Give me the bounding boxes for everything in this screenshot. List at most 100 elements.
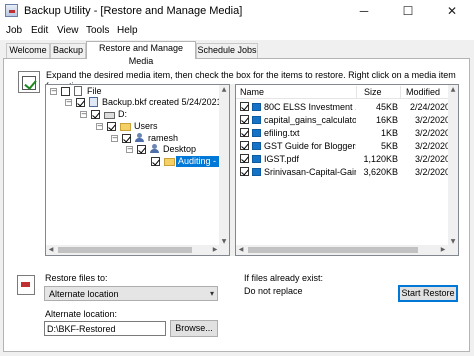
list-row[interactable]: IGST.pdf 1,120KB 3/2/2020 (236, 153, 450, 165)
tab-restore-and-manage-media[interactable]: Restore and Manage Media (86, 41, 196, 66)
menu-edit[interactable]: Edit (31, 25, 48, 36)
tree-checkbox[interactable] (107, 122, 116, 131)
list-row[interactable]: Srinivasan-Capital-Gain... 3,620KB 3/2/2… (236, 166, 450, 178)
scroll-corner (219, 245, 229, 255)
tree-node-backup-bkf[interactable]: − Backup.bkf created 5/24/2021 at (65, 97, 229, 108)
alternate-location-field[interactable] (44, 321, 166, 336)
menu-view[interactable]: View (57, 25, 79, 36)
window-title: Backup Utility - [Restore and Manage Med… (24, 5, 243, 17)
scroll-thumb[interactable] (248, 247, 418, 253)
scroll-up-arrow-icon[interactable]: ▲ (448, 85, 458, 95)
file-modified: 3/2/2020 (414, 128, 450, 138)
scroll-up-arrow-icon[interactable]: ▲ (219, 85, 229, 95)
file-modified: 3/2/2020 (414, 115, 450, 125)
media-tree[interactable]: − File − Backup.bkf created 5/24/2021 at… (45, 84, 230, 256)
row-checkbox[interactable] (240, 141, 249, 150)
row-checkbox[interactable] (240, 128, 249, 137)
scroll-thumb[interactable] (58, 247, 192, 253)
collapse-icon[interactable]: − (126, 146, 133, 153)
tree-checkbox[interactable] (76, 98, 85, 107)
user-icon (135, 133, 144, 143)
list-row[interactable]: capital_gains_calculato... 16KB 3/2/2020 (236, 114, 450, 126)
tree-node-users[interactable]: − Users (96, 121, 226, 132)
collapse-icon[interactable]: − (50, 88, 57, 95)
tree-node-label: D: (118, 109, 127, 119)
file-size: 5KB (380, 141, 398, 151)
tab-backup[interactable]: Backup (50, 43, 86, 58)
tab-strip: Welcome Backup Restore and Manage Media … (0, 40, 474, 66)
tree-node-drive-d[interactable]: − D: (80, 109, 229, 120)
row-checkbox[interactable] (240, 102, 249, 111)
tree-checkbox[interactable] (137, 145, 146, 154)
file-list[interactable]: Name Size Modified 80C ELSS Investment .… (235, 84, 459, 256)
tree-checkbox[interactable] (122, 134, 131, 143)
menu-job[interactable]: Job (6, 25, 22, 36)
alternate-location-input[interactable] (47, 323, 163, 334)
tree-node-file[interactable]: − File (50, 86, 229, 97)
column-header-modified[interactable]: Modified (406, 87, 440, 97)
start-restore-button[interactable]: Start Restore (398, 285, 458, 302)
column-separator[interactable] (400, 86, 401, 98)
alternate-location-label: Alternate location: (45, 309, 118, 319)
document-icon (252, 142, 261, 150)
file-name: GST Guide for Bloggers... (264, 141, 356, 151)
scroll-left-arrow-icon[interactable]: ◀ (46, 245, 56, 255)
collapse-icon[interactable]: − (65, 99, 72, 106)
tree-checkbox[interactable] (151, 157, 160, 166)
tree-checkbox[interactable] (91, 110, 100, 119)
tab-welcome[interactable]: Welcome (6, 43, 50, 58)
row-checkbox[interactable] (240, 154, 249, 163)
list-row[interactable]: GST Guide for Bloggers... 5KB 3/2/2020 (236, 140, 450, 152)
collapse-icon[interactable]: − (96, 123, 103, 130)
file-icon (74, 86, 82, 96)
document-icon (252, 129, 261, 137)
row-checkbox[interactable] (240, 167, 249, 176)
list-row[interactable]: efiling.txt 1KB 3/2/2020 (236, 127, 450, 139)
document-icon (252, 168, 261, 176)
menu-tools[interactable]: Tools (86, 25, 109, 36)
file-size: 1KB (380, 128, 398, 138)
list-header: Name Size Modified (236, 85, 458, 99)
document-icon (252, 103, 261, 111)
scroll-right-arrow-icon[interactable]: ▶ (438, 245, 448, 255)
tree-node-label: ramesh (148, 133, 179, 143)
maximize-button[interactable]: ☐ (386, 0, 430, 22)
restore-files-to-label: Restore files to: (45, 273, 108, 283)
list-vertical-scrollbar[interactable]: ▲ ▼ (448, 85, 458, 247)
menu-help[interactable]: Help (117, 25, 138, 36)
list-horizontal-scrollbar[interactable]: ◀ ▶ (236, 245, 448, 255)
collapse-icon[interactable]: − (111, 135, 118, 142)
column-separator[interactable] (356, 86, 357, 98)
tree-vertical-scrollbar[interactable]: ▲ ▼ (219, 85, 229, 247)
browse-button[interactable]: Browse... (170, 320, 218, 337)
tree-node-auditing-usb[interactable]: Auditing - USB (141, 156, 229, 167)
title-bar: Backup Utility - [Restore and Manage Med… (0, 0, 474, 22)
restore-files-to-dropdown[interactable]: Alternate location ▾ (44, 286, 218, 301)
folder-icon (164, 158, 175, 166)
tree-node-desktop[interactable]: − Desktop (126, 144, 226, 155)
tree-node-ramesh[interactable]: − ramesh (111, 133, 226, 144)
column-header-size[interactable]: Size (364, 87, 382, 97)
list-row[interactable]: 80C ELSS Investment ... 45KB 2/24/2020 (236, 101, 450, 113)
tree-checkbox[interactable] (61, 87, 70, 96)
tree-node-label: Users (134, 121, 158, 131)
collapse-icon[interactable]: − (80, 111, 87, 118)
tree-horizontal-scrollbar[interactable]: ◀ ▶ (46, 245, 220, 255)
tree-node-label: Desktop (163, 144, 197, 154)
tab-schedule-jobs[interactable]: Schedule Jobs (196, 43, 258, 58)
folder-icon (120, 123, 131, 131)
desktop-icon (150, 144, 159, 154)
file-size: 1,120KB (363, 154, 398, 164)
document-icon (252, 116, 261, 124)
scroll-left-arrow-icon[interactable]: ◀ (236, 245, 246, 255)
file-modified: 3/2/2020 (414, 141, 450, 151)
file-size: 45KB (375, 102, 398, 112)
drive-icon (104, 112, 115, 119)
tree-node-label: File (87, 86, 102, 96)
close-button[interactable]: ✕ (430, 0, 474, 22)
backup-app-icon (5, 4, 18, 17)
column-header-name[interactable]: Name (240, 87, 264, 97)
file-name: IGST.pdf (264, 154, 300, 164)
minimize-button[interactable]: ─ (342, 0, 386, 22)
row-checkbox[interactable] (240, 115, 249, 124)
